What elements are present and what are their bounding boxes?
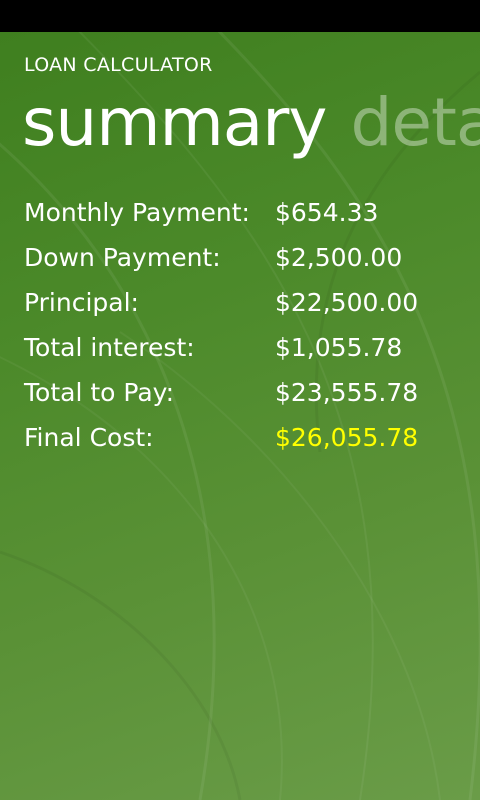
monthly-payment-label: Monthly Payment: (24, 198, 250, 227)
pivot-header: summarydetai (22, 90, 480, 156)
down-payment-label: Down Payment: (24, 243, 221, 272)
monthly-payment-value: $654.33 (275, 198, 379, 227)
total-to-pay-label: Total to Pay: (24, 378, 175, 407)
total-interest-value: $1,055.78 (275, 333, 403, 362)
loan-calculator-panorama[interactable]: LOAN CALCULATOR summarydetai Monthly Pay… (0, 32, 480, 800)
app-title: LOAN CALCULATOR (24, 54, 213, 76)
total-interest-label: Total interest: (24, 333, 195, 362)
phone-screen: LOAN CALCULATOR summarydetai Monthly Pay… (0, 0, 480, 800)
final-cost-label: Final Cost: (24, 423, 154, 452)
principal-label: Principal: (24, 288, 139, 317)
pivot-item-summary[interactable]: summary (22, 84, 327, 161)
principal-value: $22,500.00 (275, 288, 419, 317)
status-bar (0, 0, 480, 32)
final-cost-value: $26,055.78 (275, 423, 419, 452)
pivot-item-details[interactable]: detai (350, 84, 480, 161)
total-to-pay-value: $23,555.78 (275, 378, 419, 407)
down-payment-value: $2,500.00 (275, 243, 403, 272)
